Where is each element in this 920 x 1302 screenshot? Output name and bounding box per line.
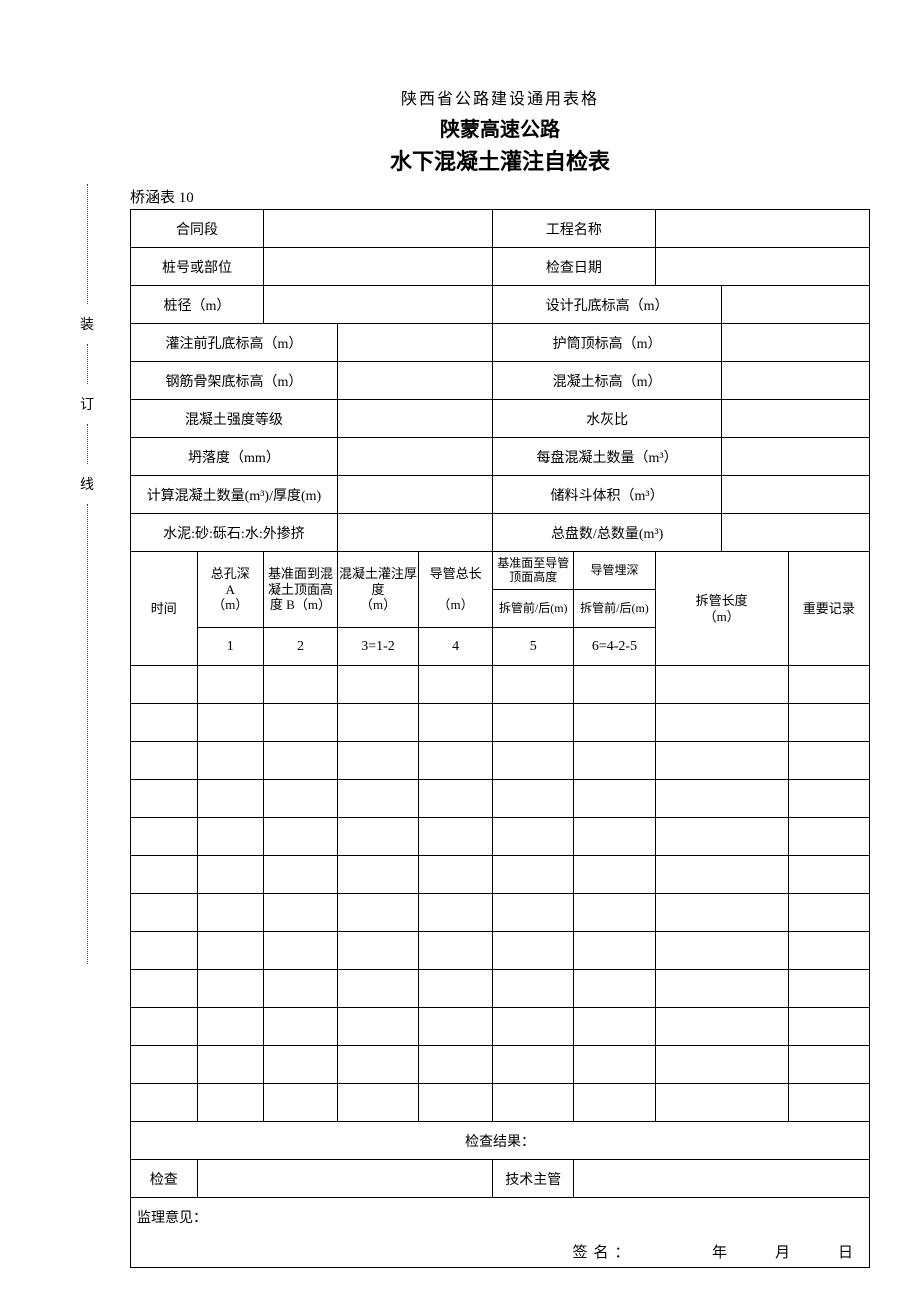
value-slump[interactable]	[337, 438, 492, 476]
value-mix-ratio[interactable]	[337, 514, 492, 552]
table-row	[131, 780, 870, 818]
label-water-cement-ratio: 水灰比	[493, 400, 722, 438]
label-per-batch-qty: 每盘混凝土数量（m³）	[493, 438, 722, 476]
table-number: 桥涵表 10	[130, 186, 870, 207]
label-calc-qty-thickness: 计算混凝土数量(m³)/厚度(m)	[131, 476, 338, 514]
value-tech-lead[interactable]	[574, 1160, 870, 1198]
header-org: 陕西省公路建设通用表格	[130, 85, 870, 109]
col-num-5: 5	[493, 628, 574, 666]
table-row	[131, 818, 870, 856]
table-row	[131, 1046, 870, 1084]
col-total-depth-title: 总孔深	[211, 566, 250, 581]
value-design-bottom-elev[interactable]	[722, 286, 870, 324]
col-pour-thickness: 混凝土灌注厚度 （m）	[337, 552, 418, 628]
label-stake-or-part: 桩号或部位	[131, 248, 264, 286]
page-content: 陕西省公路建设通用表格 陕蒙高速公路 水下混凝土灌注自检表 桥涵表 10 合同段…	[130, 85, 870, 1268]
value-contract-section[interactable]	[264, 210, 493, 248]
table-row	[131, 856, 870, 894]
col-pipe-remove-len: 拆管长度 （m）	[655, 552, 788, 666]
table-row	[131, 894, 870, 932]
binding-char-3: 线	[80, 474, 94, 494]
label-check-date: 检查日期	[493, 248, 656, 286]
col-total-depth-unit: （m）	[212, 597, 248, 612]
value-inspector[interactable]	[197, 1160, 493, 1198]
col-num-3: 3=1-2	[337, 628, 418, 666]
check-result-cell[interactable]: 检查结果：	[131, 1122, 870, 1160]
table-row	[131, 970, 870, 1008]
col-embed-depth-l1: 导管埋深	[574, 552, 655, 590]
col-notes: 重要记录	[788, 552, 869, 666]
col-total-depth: 总孔深 A （m）	[197, 552, 264, 628]
label-project-name: 工程名称	[493, 210, 656, 248]
value-calc-qty-thickness[interactable]	[337, 476, 492, 514]
binding-margin: 装 订 线	[80, 180, 94, 968]
col-num-1: 1	[197, 628, 264, 666]
value-casing-top-elev[interactable]	[722, 324, 870, 362]
table-row	[131, 932, 870, 970]
label-pre-pour-bottom-elev: 灌注前孔底标高（m）	[131, 324, 338, 362]
value-project-name[interactable]	[655, 210, 869, 248]
label-casing-top-elev: 护筒顶标高（m）	[493, 324, 722, 362]
value-pre-pour-bottom-elev[interactable]	[337, 324, 492, 362]
col-tremie-len: 导管总长 （m）	[419, 552, 493, 628]
col-num-2: 2	[264, 628, 338, 666]
value-concrete-elev[interactable]	[722, 362, 870, 400]
value-rebar-bottom-elev[interactable]	[337, 362, 492, 400]
label-concrete-grade: 混凝土强度等级	[131, 400, 338, 438]
col-tremie-len-unit: （m）	[438, 597, 474, 612]
table-row	[131, 666, 870, 704]
table-row	[131, 1084, 870, 1122]
value-check-date[interactable]	[655, 248, 869, 286]
value-concrete-grade[interactable]	[337, 400, 492, 438]
label-rebar-bottom-elev: 钢筋骨架底标高（m）	[131, 362, 338, 400]
col-pour-thickness-unit: （m）	[360, 597, 396, 612]
label-concrete-elev: 混凝土标高（m）	[493, 362, 722, 400]
label-hopper-volume: 储料斗体积（m³）	[493, 476, 722, 514]
table-row	[131, 1008, 870, 1046]
table-row	[131, 704, 870, 742]
col-num-6: 6=4-2-5	[574, 628, 655, 666]
col-embed-depth-l2: 拆管前/后(m)	[574, 590, 655, 628]
col-num-4: 4	[419, 628, 493, 666]
label-check-result: 检查结果：	[465, 1135, 535, 1150]
col-datum-to-top: 基准面到混凝土顶面高度 B（m）	[264, 552, 338, 628]
col-datum-to-pipe-top-l2: 拆管前/后(m)	[493, 590, 574, 628]
label-contract-section: 合同段	[131, 210, 264, 248]
label-tech-lead: 技术主管	[493, 1160, 574, 1198]
label-mix-ratio: 水泥:砂:砾石:水:外掺挤	[131, 514, 338, 552]
value-per-batch-qty[interactable]	[722, 438, 870, 476]
col-pipe-remove-len-l1: 拆管长度	[696, 593, 748, 608]
col-pour-thickness-title: 混凝土灌注厚度	[339, 566, 417, 597]
col-datum-to-pipe-top-l1: 基准面至导管顶面高度	[493, 552, 574, 590]
inspection-form-table: 合同段 工程名称 桩号或部位 检查日期 桩径（m） 设计孔底标高（m） 灌注前孔…	[130, 209, 870, 1268]
header-project: 陕蒙高速公路	[130, 113, 870, 142]
label-total-batches-qty: 总盘数/总数量(m³)	[493, 514, 722, 552]
supervisor-opinion-cell[interactable]: 监理意见：	[131, 1198, 870, 1236]
label-supervisor-opinion: 监理意见：	[137, 1211, 207, 1226]
label-slump: 坍落度（mm）	[131, 438, 338, 476]
value-stake-or-part[interactable]	[264, 248, 493, 286]
signature-row: 签名： 年 月 日	[131, 1236, 870, 1268]
value-hopper-volume[interactable]	[722, 476, 870, 514]
value-total-batches-qty[interactable]	[722, 514, 870, 552]
col-tremie-len-title: 导管总长	[430, 566, 482, 581]
header-title: 水下混凝土灌注自检表	[130, 144, 870, 176]
col-total-depth-sub: A	[226, 582, 235, 597]
label-design-bottom-elev: 设计孔底标高（m）	[493, 286, 722, 324]
col-time: 时间	[131, 552, 198, 666]
signature-line-text: 签名： 年 月 日	[572, 1245, 859, 1261]
value-pile-diameter[interactable]	[264, 286, 493, 324]
value-water-cement-ratio[interactable]	[722, 400, 870, 438]
label-pile-diameter: 桩径（m）	[131, 286, 264, 324]
label-inspector: 检查	[131, 1160, 198, 1198]
table-row	[131, 742, 870, 780]
col-pipe-remove-len-l2: （m）	[704, 609, 740, 624]
binding-char-2: 订	[80, 394, 94, 414]
binding-char-1: 装	[80, 314, 94, 334]
